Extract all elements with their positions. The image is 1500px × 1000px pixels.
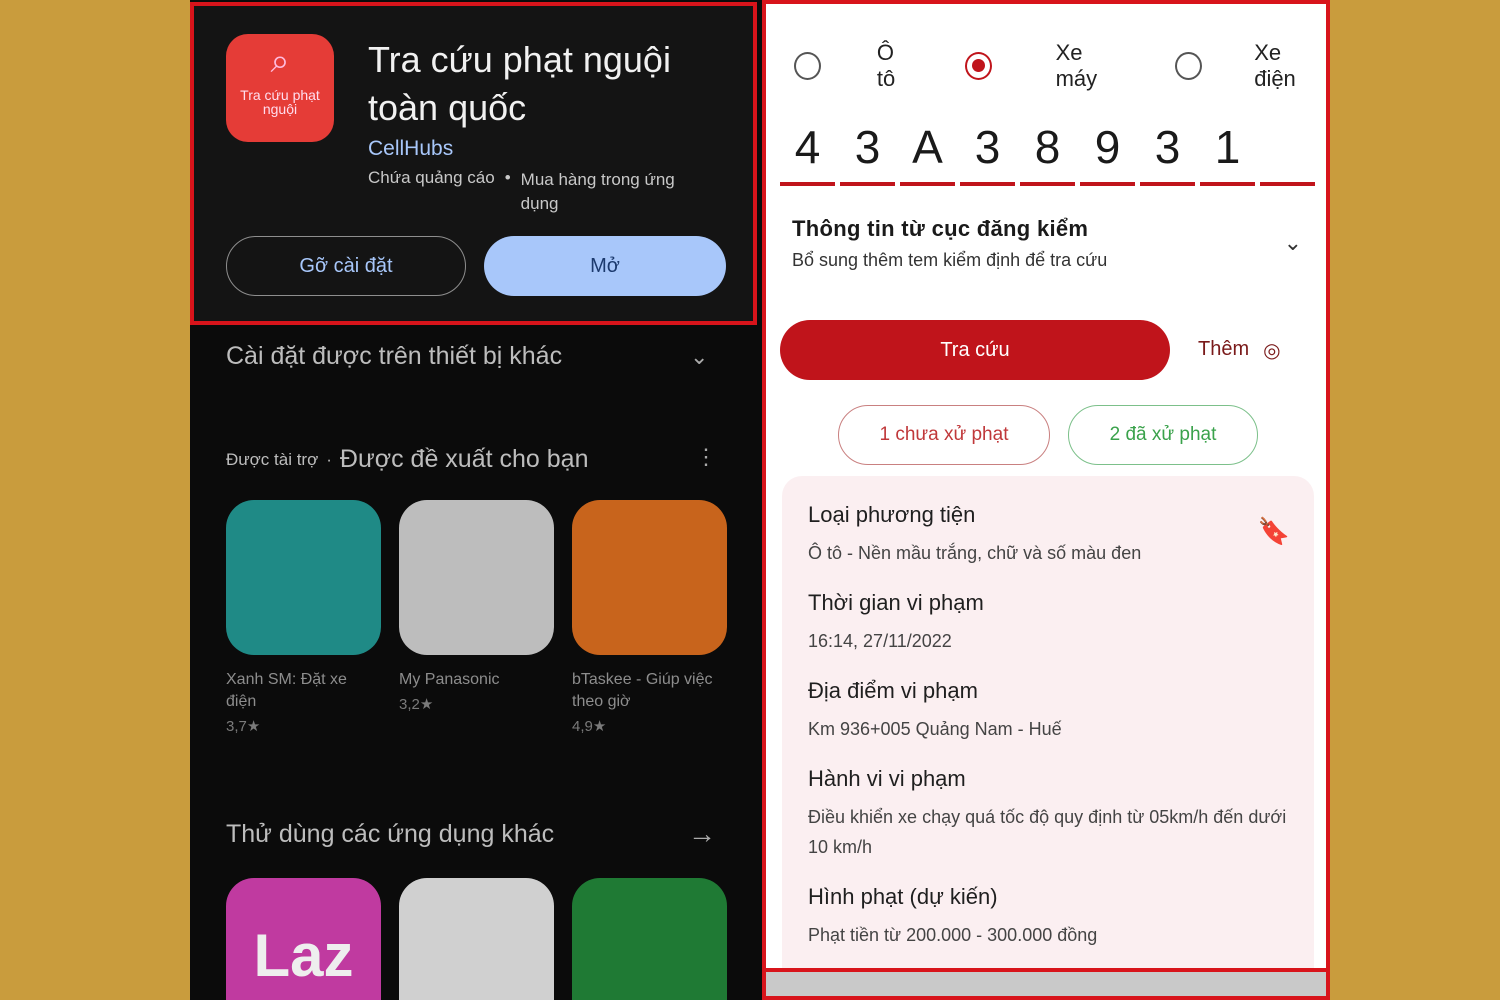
detail-value: 16:14, 27/11/2022 — [808, 631, 952, 651]
app-icon — [399, 500, 554, 655]
app-rating: 3,2★ — [399, 696, 434, 713]
detail-row: Thời gian vi phạm 16:14, 27/11/2022 — [808, 590, 1288, 656]
other-devices-section[interactable]: Cài đặt được trên thiết bị khác — [226, 342, 562, 371]
more-button[interactable]: Thêm ◎ — [1198, 338, 1281, 363]
vehicle-type-radios: Ô tô Xe máy Xe điện — [794, 40, 1326, 92]
radio-button[interactable] — [794, 52, 821, 80]
bottom-bar — [766, 968, 1326, 996]
app-card[interactable]: bTaskee - Giúp việc theo giờ 4,9★ — [572, 500, 727, 735]
registry-info-expander[interactable]: Thông tin từ cục đăng kiểm Bổ sung thêm … — [792, 216, 1302, 271]
app-meta: Chứa quảng cáo • Mua hàng trong ứng dụng — [368, 168, 691, 216]
info-subtitle: Bổ sung thêm tem kiểm định để tra cứu — [792, 250, 1108, 270]
unpaid-filter[interactable]: 1 chưa xử phạt — [838, 405, 1050, 465]
other-apps: Laz — [226, 878, 727, 1000]
bookmark-add-icon[interactable]: 🔖 — [1258, 516, 1290, 547]
separator: · — [326, 449, 332, 469]
detail-label: Địa điểm vi phạm — [808, 678, 978, 703]
chevron-down-icon[interactable]: ⌄ — [690, 344, 708, 370]
separator: • — [504, 168, 511, 187]
app-icon[interactable] — [399, 878, 554, 1000]
plate-char[interactable]: 3 — [1140, 116, 1195, 186]
plate-char[interactable] — [1260, 116, 1315, 186]
try-other-apps[interactable]: Thử dùng các ứng dụng khác — [226, 820, 554, 849]
suggested-header: Được tài trợ · Được đề xuất cho bạn — [226, 445, 588, 474]
detail-row: Hình phạt (dự kiến) Phạt tiền từ 200.000 … — [808, 884, 1288, 950]
plate-char[interactable]: 4 — [780, 116, 835, 186]
radio-0[interactable]: Ô tô — [794, 40, 917, 92]
app-icon: ⌕ Tra cứu phạt nguội — [226, 34, 334, 142]
info-title: Thông tin từ cục đăng kiểm — [792, 216, 1089, 241]
violation-detail-card: 🔖 Loại phương tiện Ô tô - Nền mầu trắng, … — [782, 476, 1314, 996]
detail-row: Hành vi vi phạm Điều khiển xe chạy quá tố… — [808, 766, 1288, 862]
radio-button[interactable] — [1175, 52, 1203, 80]
app-name: My Panasonic — [399, 671, 500, 688]
magnifier-document-icon: ⌕ — [270, 42, 290, 80]
lookup-panel: Ô tô Xe máy Xe điện 43A38931 Thông tin từ … — [762, 0, 1330, 1000]
app-icon — [572, 500, 727, 655]
app-name: bTaskee - Giúp việc theo giờ — [572, 671, 713, 710]
open-button[interactable]: Mở — [484, 236, 726, 296]
radio-button[interactable] — [964, 52, 992, 80]
play-store-panel: ⌕ Tra cứu phạt nguội Tra cứu phạt nguội … — [190, 0, 762, 1000]
more-vert-icon[interactable]: ⋮ — [695, 444, 717, 470]
detail-row: Địa điểm vi phạm Km 936+005 Quảng Nam - H… — [808, 678, 1288, 744]
detail-value: Điều khiển xe chạy quá tốc độ quy định t… — [808, 807, 1287, 857]
detail-value: Phạt tiền từ 200.000 - 300.000 đồng — [808, 925, 1098, 945]
paid-filter[interactable]: 2 đã xử phạt — [1068, 405, 1258, 465]
plate-char[interactable]: 9 — [1080, 116, 1135, 186]
app-header-card: ⌕ Tra cứu phạt nguội Tra cứu phạt nguội … — [190, 2, 757, 325]
plate-char[interactable]: 3 — [840, 116, 895, 186]
app-title: Tra cứu phạt nguội toàn quốc — [368, 39, 671, 128]
more-label: Thêm — [1198, 338, 1250, 360]
plate-input[interactable]: 43A38931 — [780, 116, 1315, 186]
radio-label: Xe máy — [1055, 40, 1098, 91]
plate-char[interactable]: 1 — [1200, 116, 1255, 186]
app-icon[interactable] — [572, 878, 727, 1000]
app-card[interactable]: My Panasonic 3,2★ — [399, 500, 554, 735]
detail-label: Thời gian vi phạm — [808, 590, 984, 615]
shield-icon: ◎ — [1263, 340, 1281, 362]
detail-value: Km 936+005 Quảng Nam - Huế — [808, 719, 1062, 739]
radio-label: Ô tô — [876, 40, 896, 91]
app-rating: 4,9★ — [572, 718, 607, 735]
radio-2[interactable]: Xe điện — [1175, 40, 1326, 92]
app-icon — [226, 500, 381, 655]
radio-label: Xe điện — [1254, 40, 1296, 91]
sponsored-label: Được tài trợ — [226, 449, 319, 469]
suggested-title: Được đề xuất cho bạn — [339, 445, 589, 473]
plate-char[interactable]: 8 — [1020, 116, 1075, 186]
detail-label: Hình phạt (dự kiến) — [808, 884, 998, 909]
detail-label: Loại phương tiện — [808, 502, 976, 527]
detail-row: Loại phương tiện Ô tô - Nền mầu trắng, ch… — [808, 502, 1288, 568]
detail-value: Ô tô - Nền mầu trắng, chữ và số màu đen — [808, 543, 1142, 563]
uninstall-button[interactable]: Gỡ cài đặt — [226, 236, 466, 296]
meta-ads: Chứa quảng cáo — [368, 168, 495, 187]
app-rating: 3,7★ — [226, 718, 261, 735]
plate-char[interactable]: 3 — [960, 116, 1015, 186]
chevron-down-icon[interactable]: ⌄ — [1284, 230, 1302, 256]
plate-char[interactable]: A — [900, 116, 955, 186]
app-name: Xanh SM: Đặt xe điện — [226, 671, 347, 710]
radio-1[interactable]: Xe máy — [964, 40, 1128, 92]
suggested-apps: Xanh SM: Đặt xe điện 3,7★ My Panasonic 3,2★… — [226, 500, 727, 735]
app-card[interactable]: Xanh SM: Đặt xe điện 3,7★ — [226, 500, 381, 735]
app-icon-text: Tra cứu phạt nguội — [240, 87, 320, 117]
meta-iap: Mua hàng trong ứng dụng — [520, 170, 675, 213]
detail-label: Hành vi vi phạm — [808, 766, 966, 791]
app-icon[interactable]: Laz — [226, 878, 381, 1000]
search-button[interactable]: Tra cứu — [780, 320, 1170, 380]
arrow-right-icon[interactable]: → — [688, 818, 716, 850]
developer-link[interactable]: CellHubs — [368, 137, 453, 161]
